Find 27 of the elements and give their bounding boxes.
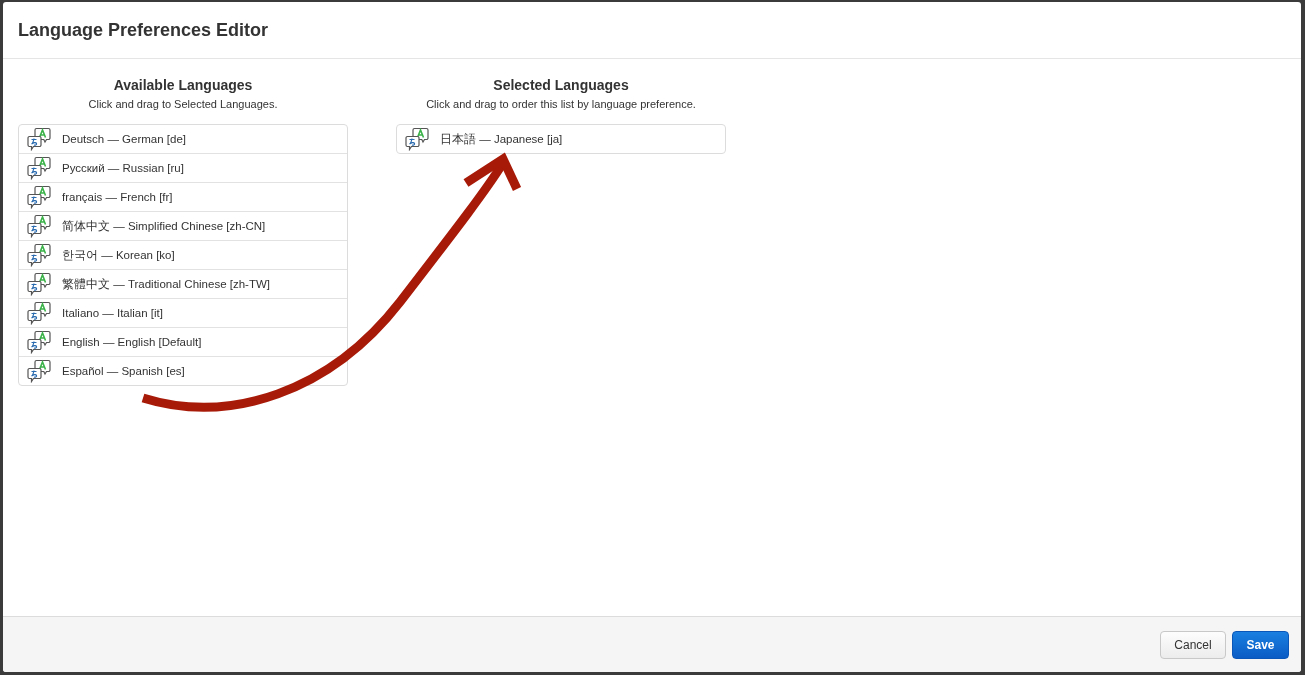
language-item[interactable]: français — French [fr] bbox=[19, 182, 347, 211]
translate-icon bbox=[27, 330, 51, 354]
language-item[interactable]: English — English [Default] bbox=[19, 327, 347, 356]
translate-icon bbox=[27, 301, 51, 325]
column-heading: Selected Languages bbox=[493, 76, 629, 94]
column-hint: Click and drag to Selected Languages. bbox=[88, 97, 278, 111]
translate-icon bbox=[27, 243, 51, 267]
language-item[interactable]: 简体中文 — Simplified Chinese [zh-CN] bbox=[19, 211, 347, 240]
translate-icon bbox=[27, 127, 51, 151]
column-hint: Click and drag to order this list by language preference. bbox=[426, 97, 696, 111]
translate-icon bbox=[405, 127, 429, 151]
language-item[interactable]: 日本語 — Japanese [ja] bbox=[397, 125, 725, 153]
language-item[interactable]: Español — Spanish [es] bbox=[19, 356, 347, 385]
language-item[interactable]: 한국어 — Korean [ko] bbox=[19, 240, 347, 269]
translate-icon bbox=[27, 156, 51, 180]
translate-icon bbox=[27, 214, 51, 238]
language-item[interactable]: Deutsch — German [de] bbox=[19, 125, 347, 153]
cancel-button[interactable]: Cancel bbox=[1160, 630, 1226, 659]
translate-icon bbox=[27, 185, 51, 209]
translate-icon bbox=[27, 359, 51, 383]
translate-icon bbox=[27, 272, 51, 296]
language-item[interactable]: Italiano — Italian [it] bbox=[19, 298, 347, 327]
column-heading: Available Languages bbox=[113, 76, 253, 94]
save-button[interactable]: Save bbox=[1232, 630, 1289, 659]
language-item[interactable]: Русский — Russian [ru] bbox=[19, 153, 347, 182]
language-item[interactable]: 繁體中文 — Traditional Chinese [zh-TW] bbox=[19, 269, 347, 298]
dialog-title: Language Preferences Editor bbox=[18, 19, 269, 41]
